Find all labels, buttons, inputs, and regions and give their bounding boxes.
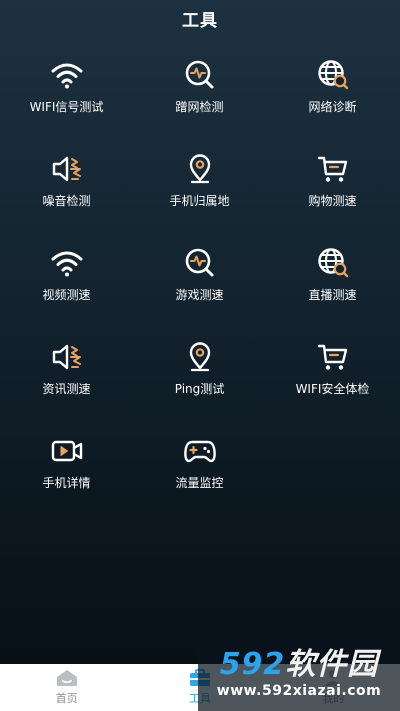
location-pin-icon bbox=[183, 340, 217, 374]
watermark-logo: 592软件园 www.592xiazai.com bbox=[198, 637, 400, 711]
tool-video-speed[interactable]: 视频测速 bbox=[0, 246, 133, 326]
tool-label: WIFI信号测试 bbox=[29, 100, 104, 114]
tool-noise-detect[interactable]: 噪音检测 bbox=[0, 152, 133, 232]
wifi-icon bbox=[50, 246, 84, 280]
tool-label: 蹭网检测 bbox=[175, 100, 224, 114]
tool-game-speed[interactable]: 游戏测速 bbox=[133, 246, 266, 326]
video-camera-icon bbox=[50, 434, 84, 468]
tool-label: 购物测速 bbox=[308, 194, 357, 208]
gamepad-icon bbox=[183, 434, 217, 468]
tool-label: 游戏测速 bbox=[175, 288, 224, 302]
tool-label: 噪音检测 bbox=[42, 194, 91, 208]
watermark-url: www.592xiazai.com bbox=[216, 683, 382, 699]
shopping-cart-icon bbox=[316, 340, 350, 374]
tool-phone-location[interactable]: 手机归属地 bbox=[133, 152, 266, 232]
speaker-noise-icon bbox=[50, 340, 84, 374]
tool-ping-test[interactable]: Ping测试 bbox=[133, 340, 266, 420]
tool-network-diagnose[interactable]: 网络诊断 bbox=[266, 58, 399, 138]
globe-search-icon bbox=[316, 246, 350, 280]
tool-label: Ping测试 bbox=[174, 382, 225, 396]
home-icon bbox=[56, 670, 77, 686]
tool-label: 网络诊断 bbox=[308, 100, 357, 114]
tool-news-speed[interactable]: 资讯测速 bbox=[0, 340, 133, 420]
tool-label: 资讯测速 bbox=[42, 382, 91, 396]
tab-label: 首页 bbox=[55, 692, 78, 705]
tool-phone-details[interactable]: 手机详情 bbox=[0, 434, 133, 514]
tool-shopping-speed[interactable]: 购物测速 bbox=[266, 152, 399, 232]
globe-search-icon bbox=[316, 58, 350, 92]
wifi-icon bbox=[50, 58, 84, 92]
watermark-brand: 592软件园 bbox=[219, 647, 379, 682]
tool-wifi-security-check[interactable]: WIFI安全体检 bbox=[266, 340, 399, 420]
page-title: 工具 bbox=[182, 11, 218, 31]
pulse-search-icon bbox=[183, 58, 217, 92]
tool-wifi-signal-test[interactable]: WIFI信号测试 bbox=[0, 58, 133, 138]
location-pin-icon bbox=[183, 152, 217, 186]
tool-freeloader-detect[interactable]: 蹭网检测 bbox=[133, 58, 266, 138]
tool-label: 流量监控 bbox=[175, 476, 224, 490]
tab-home[interactable]: 首页 bbox=[0, 664, 133, 711]
tool-label: 视频测速 bbox=[42, 288, 91, 302]
tool-traffic-monitor[interactable]: 流量监控 bbox=[133, 434, 266, 514]
shopping-cart-icon bbox=[316, 152, 350, 186]
pulse-search-icon bbox=[183, 246, 217, 280]
speaker-noise-icon bbox=[50, 152, 84, 186]
tool-live-speed[interactable]: 直播测速 bbox=[266, 246, 399, 326]
tool-label: 手机归属地 bbox=[169, 194, 230, 208]
tool-label: 直播测速 bbox=[308, 288, 357, 302]
tool-label: WIFI安全体检 bbox=[295, 382, 370, 396]
tool-label: 手机详情 bbox=[42, 476, 91, 490]
